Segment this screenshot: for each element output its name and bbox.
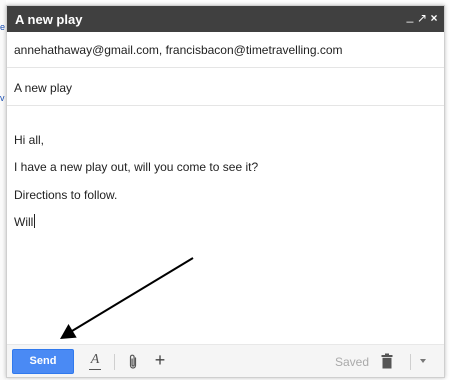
compose-title-bar[interactable]: A new play _ ↗ × — [7, 6, 444, 32]
subject-field[interactable]: A new play — [7, 68, 444, 106]
body-line-signature: Will — [14, 214, 36, 229]
recipients-field[interactable]: annehathaway@gmail.com, francisbacon@tim… — [7, 32, 444, 68]
toolbar-divider — [410, 354, 411, 370]
paperclip-icon[interactable] — [128, 354, 138, 370]
toolbar-divider — [114, 354, 115, 370]
chevron-down-icon[interactable] — [420, 359, 426, 363]
formatting-options-icon[interactable]: A — [89, 353, 101, 370]
trash-icon[interactable] — [381, 353, 393, 369]
close-button[interactable]: × — [428, 9, 440, 27]
subject-text: A new play — [14, 81, 73, 95]
body-line: Hi all, — [14, 133, 45, 147]
recipients-text: annehathaway@gmail.com, francisbacon@tim… — [14, 43, 343, 57]
compose-title: A new play — [15, 12, 83, 27]
compose-toolbar: Send A + Saved — [7, 344, 444, 377]
signature-text: Will — [14, 215, 34, 229]
text-cursor — [34, 214, 36, 228]
body-line: I have a new play out, will you come to … — [14, 160, 259, 174]
compose-window: A new play _ ↗ × annehathaway@gmail.com,… — [6, 5, 445, 378]
minimize-button[interactable]: _ — [404, 7, 416, 25]
more-options-plus-icon[interactable]: + — [153, 349, 167, 371]
message-body[interactable]: Hi all, I have a new play out, will you … — [7, 106, 444, 344]
saved-status: Saved — [335, 355, 370, 369]
popout-button[interactable]: ↗ — [416, 9, 428, 27]
body-line: Directions to follow. — [14, 188, 118, 202]
send-button[interactable]: Send — [12, 349, 74, 374]
